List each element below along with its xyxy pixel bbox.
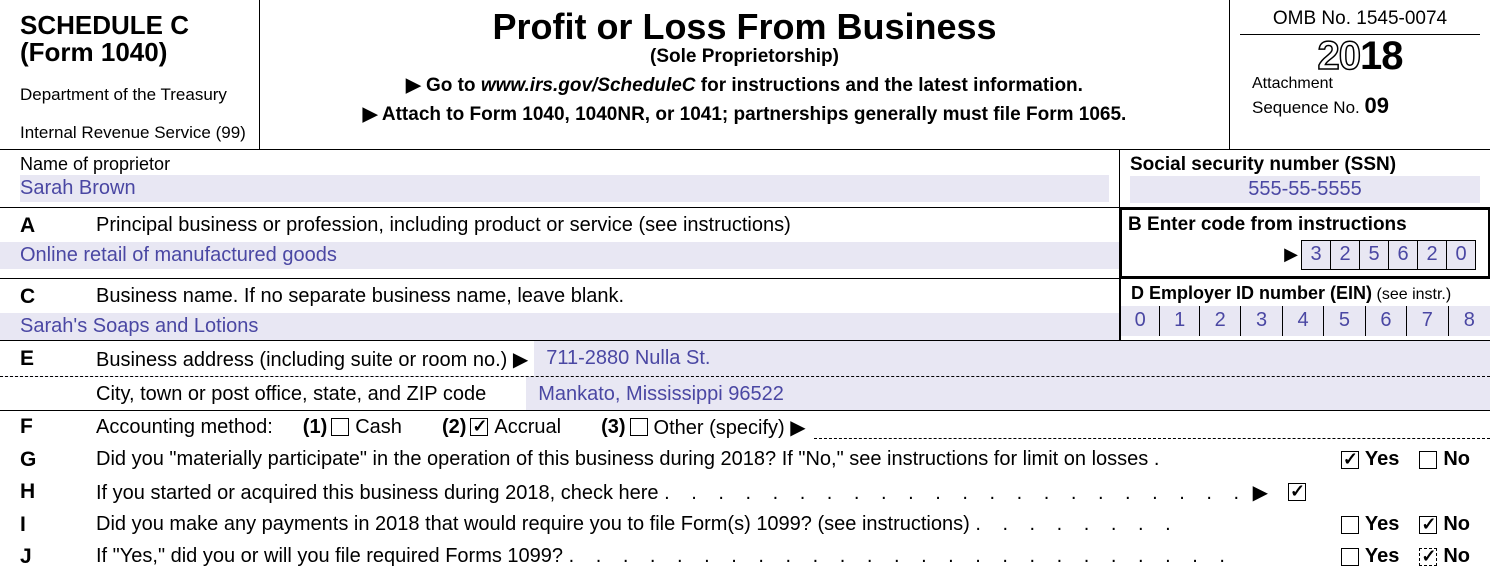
line-i-text: Did you make any payments in 2018 that w…	[96, 513, 970, 535]
form-title: Profit or Loss From Business	[264, 6, 1225, 48]
proprietor-value[interactable]: Sarah Brown	[20, 175, 1109, 202]
line-d-label: D Employer ID number (EIN) (see instr.)	[1131, 283, 1490, 304]
ein-box-3[interactable]: 3	[1241, 306, 1282, 336]
letter-c: C	[0, 279, 96, 313]
line-d-block: D Employer ID number (EIN) (see instr.) …	[1120, 279, 1490, 340]
checkbox-h[interactable]	[1288, 483, 1306, 501]
letter-j: J	[0, 545, 96, 569]
line-e-addr1: E Business address (including suite or r…	[0, 341, 1490, 377]
other-specify-field[interactable]	[814, 415, 1490, 439]
checkbox-other[interactable]	[630, 418, 648, 436]
letter-e: E	[0, 341, 96, 376]
ein-box-2[interactable]: 2	[1200, 306, 1241, 336]
line-f-label: Accounting method:	[96, 416, 273, 439]
form-subtitle: (Sole Proprietorship)	[264, 46, 1225, 68]
form-header: SCHEDULE C (Form 1040) Department of the…	[0, 0, 1490, 150]
header-center: Profit or Loss From Business (Sole Propr…	[260, 0, 1230, 149]
checkbox-g-no[interactable]	[1419, 451, 1437, 469]
form-number: (Form 1040)	[20, 39, 249, 66]
code-box-3[interactable]: 6	[1388, 240, 1418, 270]
line-a-value[interactable]: Online retail of manufactured goods	[0, 242, 1119, 269]
code-box-1[interactable]: 2	[1330, 240, 1360, 270]
code-box-2[interactable]: 5	[1359, 240, 1389, 270]
arrow-icon: ▶	[1253, 482, 1268, 504]
ein-box-8[interactable]: 8	[1449, 306, 1490, 336]
line-c-value[interactable]: Sarah's Soaps and Lotions	[0, 313, 1119, 340]
checkbox-i-yes[interactable]	[1341, 516, 1359, 534]
line-f: F Accounting method: (1) Cash (2) Accrua…	[0, 411, 1490, 444]
ein-box-6[interactable]: 6	[1366, 306, 1407, 336]
checkbox-g-yes[interactable]	[1341, 451, 1359, 469]
line-h: H If you started or acquired this busine…	[0, 476, 1490, 509]
ssn-value[interactable]: 555-55-5555	[1130, 176, 1480, 203]
line-e-label2: City, town or post office, state, and ZI…	[96, 377, 526, 410]
schedule-title: SCHEDULE C	[20, 12, 249, 39]
line-e-value1[interactable]: 711-2880 Nulla St.	[534, 341, 1490, 376]
header-left: SCHEDULE C (Form 1040) Department of the…	[0, 0, 260, 149]
line-e-addr2: City, town or post office, state, and ZI…	[0, 377, 1490, 411]
dept-line2: Internal Revenue Service (99)	[20, 123, 249, 143]
proprietor-label: Name of proprietor	[20, 154, 1109, 175]
checkbox-i-no[interactable]	[1419, 516, 1437, 534]
ssn-label: Social security number (SSN)	[1130, 154, 1480, 176]
header-right: OMB No. 1545-0074 2018 Attachment Sequen…	[1230, 0, 1490, 149]
letter-h: H	[0, 480, 96, 504]
ein-box-0[interactable]: 0	[1121, 306, 1160, 336]
tax-year: 2018	[1240, 34, 1480, 79]
line-a-b: A Principal business or profession, incl…	[0, 208, 1490, 279]
line-e-label1: Business address (including suite or roo…	[96, 341, 534, 376]
checkbox-j-yes[interactable]	[1341, 548, 1359, 566]
ein-box-5[interactable]: 5	[1324, 306, 1365, 336]
arrow-icon: ▶	[1284, 244, 1298, 265]
line-h-text: If you started or acquired this business…	[96, 482, 659, 504]
checkbox-accrual[interactable]	[470, 418, 488, 436]
schedule-c-form: SCHEDULE C (Form 1040) Department of the…	[0, 0, 1490, 573]
line-i: I Did you make any payments in 2018 that…	[0, 509, 1490, 541]
ssn-block: Social security number (SSN) 555-55-5555	[1120, 150, 1490, 207]
dept-line1: Department of the Treasury	[20, 85, 249, 105]
line-g: G Did you "materially participate" in th…	[0, 444, 1490, 476]
line-a-label: Principal business or profession, includ…	[96, 208, 1119, 242]
sequence-number: Sequence No. 09	[1240, 93, 1480, 119]
code-box-0[interactable]: 3	[1301, 240, 1331, 270]
ein-box-7[interactable]: 7	[1407, 306, 1448, 336]
line-b-label: B Enter code from instructions	[1128, 214, 1482, 236]
line-d-ein: 0 1 2 3 4 5 6 7 8	[1121, 306, 1490, 336]
instr-line2: ▶ Attach to Form 1040, 1040NR, or 1041; …	[264, 103, 1225, 126]
line-b-block: B Enter code from instructions ▶ 3 2 5 6…	[1120, 208, 1490, 278]
ein-box-4[interactable]: 4	[1283, 306, 1324, 336]
line-g-text: Did you "materially participate" in the …	[96, 448, 1280, 471]
checkbox-cash[interactable]	[331, 418, 349, 436]
line-b-code: ▶ 3 2 5 6 2 0	[1128, 238, 1482, 272]
proprietor-name-block: Name of proprietor Sarah Brown	[0, 150, 1120, 207]
letter-a: A	[0, 208, 96, 242]
code-box-5[interactable]: 0	[1446, 240, 1476, 270]
line-c-label: Business name. If no separate business n…	[96, 279, 1119, 313]
ein-box-1[interactable]: 1	[1160, 306, 1199, 336]
checkbox-j-no[interactable]	[1419, 548, 1437, 566]
proprietor-row: Name of proprietor Sarah Brown Social se…	[0, 150, 1490, 208]
letter-i: I	[0, 513, 96, 537]
letter-g: G	[0, 448, 96, 472]
omb-number: OMB No. 1545-0074	[1240, 8, 1480, 35]
line-e-value2[interactable]: Mankato, Mississippi 96522	[526, 377, 1490, 410]
line-j-text: If "Yes," did you or will you file requi…	[96, 545, 563, 567]
instr-line1: ▶ Go to www.irs.gov/ScheduleC for instru…	[264, 74, 1225, 97]
letter-f: F	[0, 415, 96, 439]
line-c-d: C Business name. If no separate business…	[0, 279, 1490, 341]
code-box-4[interactable]: 2	[1417, 240, 1447, 270]
